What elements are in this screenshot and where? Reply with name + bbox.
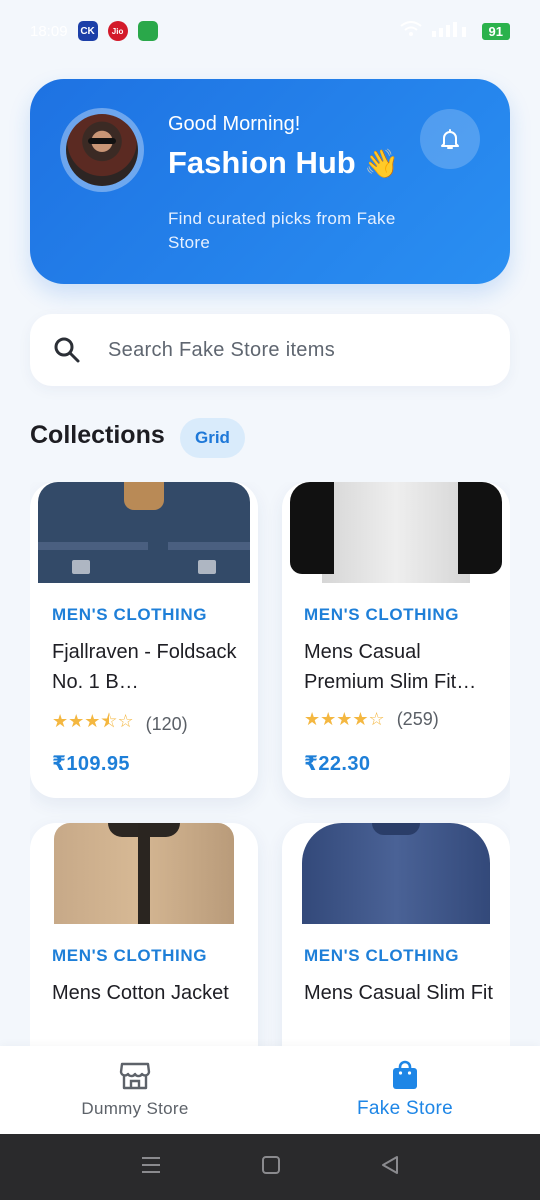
signal-icon	[431, 21, 472, 41]
notifications-button[interactable]	[420, 109, 480, 169]
review-count: (120)	[145, 713, 188, 734]
product-category: MEN'S CLOTHING	[52, 946, 208, 965]
header-subtitle: Find curated picks from Fake Store	[168, 209, 396, 252]
collections-heading: Collections	[30, 421, 165, 449]
avatar[interactable]	[60, 108, 144, 192]
star-rating-icon: ★★★⯪☆	[52, 711, 134, 731]
product-price: ₹22.30	[304, 753, 371, 775]
slim-fit-shirt-image	[290, 823, 502, 924]
bottom-navigation: Dummy Store Fake Store	[0, 1046, 540, 1134]
wifi-icon	[399, 21, 422, 41]
menu-icon[interactable]	[140, 1155, 162, 1180]
star-rating-icon: ★★★★☆	[304, 709, 385, 729]
status-bar: 18:09 CK Jio 91	[0, 0, 540, 62]
ck-app-icon: CK	[77, 21, 98, 41]
status-time: 18:09	[30, 22, 68, 40]
nav-item-fake-store[interactable]: Fake Store	[270, 1046, 540, 1134]
shopping-bag-icon	[393, 1060, 417, 1089]
product-card[interactable]: MEN'S CLOTHING Mens Casual Premium Slim …	[282, 482, 510, 798]
store-icon	[119, 1062, 151, 1090]
product-grid: MEN'S CLOTHING Fjallraven - Foldsack No.…	[30, 482, 510, 1046]
product-card[interactable]: MEN'S CLOTHING Mens Casual Slim Fit	[282, 823, 510, 1046]
app-title: Fashion Hub	[168, 145, 356, 180]
nav-item-dummy-store[interactable]: Dummy Store	[0, 1046, 270, 1134]
product-title: Mens Casual Premium Slim Fit…	[304, 641, 477, 693]
product-category: MEN'S CLOTHING	[52, 605, 208, 624]
greeting-card: Good Morning! Fashion Hub 👋 Find curated…	[30, 79, 510, 284]
product-title: Fjallraven - Foldsack No. 1 B…	[52, 641, 237, 693]
review-count: (259)	[396, 709, 439, 729]
raglan-tshirt-image	[290, 482, 502, 583]
product-card[interactable]: MEN'S CLOTHING Fjallraven - Foldsack No.…	[30, 482, 258, 798]
product-category: MEN'S CLOTHING	[304, 946, 460, 965]
bell-icon	[441, 129, 459, 149]
search-input[interactable]	[108, 338, 468, 362]
product-category: MEN'S CLOTHING	[304, 605, 460, 624]
status-right: 91	[399, 21, 510, 41]
greeting-text: Good Morning!	[168, 113, 301, 135]
wave-emoji: 👋	[364, 148, 400, 179]
page-title: Fashion Hub 👋	[168, 145, 399, 181]
status-left: 18:09 CK Jio	[30, 21, 158, 41]
product-card[interactable]: MEN'S CLOTHING Mens Cotton Jacket	[30, 823, 258, 1046]
product-title: Mens Cotton Jacket	[52, 982, 229, 1004]
product-rating: ★★★⯪☆ (120)	[52, 709, 188, 739]
system-navigation-bar	[0, 1134, 540, 1200]
backpack-image	[38, 482, 250, 583]
product-rating: ★★★★☆ (259)	[304, 709, 439, 730]
nav-label: Dummy Store	[81, 1099, 189, 1118]
search-bar[interactable]	[30, 314, 510, 386]
nav-label: Fake Store	[357, 1098, 453, 1119]
grid-view-chip[interactable]: Grid	[180, 418, 245, 458]
wallet-app-icon	[137, 21, 158, 41]
jio-app-icon: Jio	[107, 21, 128, 41]
back-icon[interactable]	[380, 1155, 400, 1180]
home-icon[interactable]	[261, 1155, 281, 1180]
battery-indicator: 91	[481, 22, 510, 40]
product-title: Mens Casual Slim Fit	[304, 982, 493, 1004]
product-price: ₹109.95	[52, 753, 130, 775]
search-icon	[52, 335, 82, 365]
cotton-jacket-image	[38, 823, 250, 924]
user-avatar-icon	[66, 114, 138, 186]
